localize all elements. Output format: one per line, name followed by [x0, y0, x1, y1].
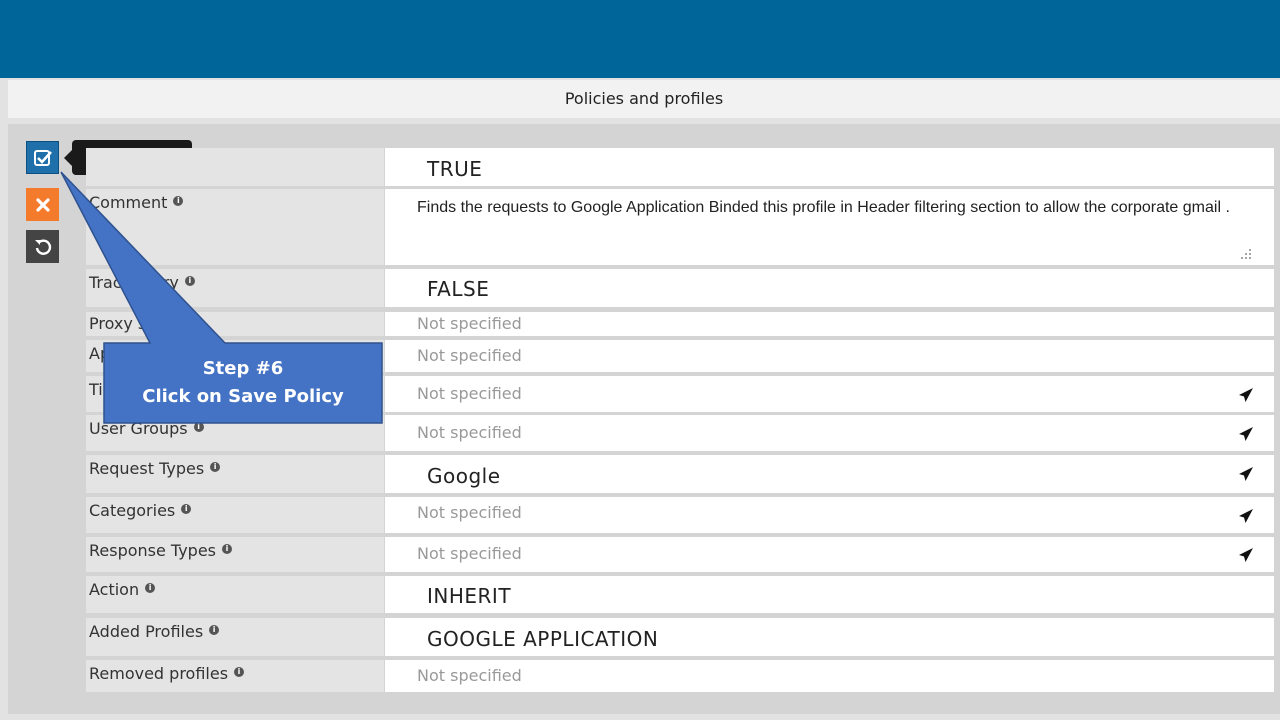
label-text: Trace entry	[89, 273, 179, 292]
enabled-value[interactable]: TRUE	[385, 148, 1274, 186]
resize-grip-icon[interactable]	[1240, 248, 1252, 260]
row-label: Removed profiles i	[86, 660, 384, 692]
categories-value[interactable]: Not specified	[385, 497, 1274, 533]
applies-to-value[interactable]: Not specified	[385, 340, 1274, 372]
row-trace-entry: Trace entry i FALSE	[86, 269, 1274, 307]
value-text: Finds the requests to Google Application…	[417, 199, 1230, 216]
value-text: Not specified	[417, 314, 522, 333]
row-label: Action i	[86, 576, 384, 613]
row-categories: Categories i Not specified	[86, 497, 1274, 533]
send-arrow-icon[interactable]	[1238, 466, 1254, 482]
undo-icon	[34, 239, 51, 255]
callout-text: Step #6 Click on Save Policy	[104, 343, 382, 423]
label-text: Categories	[89, 501, 176, 520]
label-text: Comment	[89, 193, 168, 212]
label-text: Action	[89, 580, 140, 599]
reset-button[interactable]	[26, 230, 59, 263]
row-enabled: TRUE	[86, 148, 1274, 186]
row-response-types: Response Types i Not specified	[86, 537, 1274, 572]
info-icon[interactable]: i	[234, 667, 245, 677]
row-request-types: Request Types i Google	[86, 455, 1274, 493]
added-profiles-value[interactable]: GOOGLE APPLICATION	[385, 618, 1274, 656]
info-icon[interactable]: i	[181, 504, 192, 514]
label-text: Response Types	[89, 541, 217, 560]
row-label: Added Profiles i	[86, 618, 384, 656]
row-label: Comment i	[86, 189, 384, 265]
send-arrow-icon[interactable]	[1238, 426, 1254, 442]
comment-textarea[interactable]: Finds the requests to Google Application…	[385, 189, 1274, 265]
row-label: Trace entry i	[86, 269, 384, 307]
info-icon[interactable]: i	[190, 317, 201, 327]
row-proxy-scope: Proxy scope i Not specified	[86, 312, 1274, 336]
top-header-bar	[0, 0, 1280, 78]
proxy-scope-value[interactable]: Not specified	[385, 312, 1274, 336]
user-groups-value[interactable]: Not specified	[385, 415, 1274, 451]
info-icon[interactable]: i	[193, 422, 204, 432]
value-text: Not specified	[417, 666, 522, 685]
value-text: Not specified	[417, 544, 522, 563]
row-label: Proxy scope i	[86, 312, 384, 336]
row-comment: Comment i Finds the requests to Google Ap…	[86, 189, 1274, 265]
send-arrow-icon[interactable]	[1238, 508, 1254, 524]
section-title: Policies and profiles	[8, 80, 1280, 118]
cancel-button[interactable]	[26, 188, 59, 221]
save-policy-button[interactable]	[26, 141, 59, 174]
info-icon[interactable]: i	[173, 196, 184, 206]
value-text: GOOGLE APPLICATION	[427, 627, 659, 651]
row-action: Action i INHERIT	[86, 576, 1274, 613]
row-label	[86, 148, 384, 186]
info-icon[interactable]: i	[209, 625, 220, 635]
close-x-icon	[35, 197, 50, 212]
value-text: Not specified	[417, 423, 522, 442]
label-text: Added Profiles	[89, 622, 204, 641]
info-icon[interactable]: i	[210, 462, 221, 472]
row-label: Response Types i	[86, 537, 384, 572]
row-removed-profiles: Removed profiles i Not specified	[86, 660, 1274, 692]
value-text: Not specified	[417, 346, 522, 365]
row-label: Categories i	[86, 497, 384, 533]
info-icon[interactable]: i	[145, 583, 156, 593]
value-text: INHERIT	[427, 584, 512, 608]
label-text: Proxy scope	[89, 314, 185, 333]
label-text: Removed profiles	[89, 664, 229, 683]
removed-profiles-value[interactable]: Not specified	[385, 660, 1274, 692]
label-text: Request Types	[89, 459, 205, 478]
info-icon[interactable]: i	[222, 544, 233, 554]
checkbox-check-icon	[33, 149, 52, 166]
value-text: Not specified	[417, 503, 522, 522]
info-icon[interactable]: i	[184, 276, 195, 286]
value-text: Google	[427, 464, 501, 488]
callout-step-label: Step #6	[202, 358, 284, 379]
value-text: Not specified	[417, 384, 522, 403]
request-types-value[interactable]: Google	[385, 455, 1274, 493]
time-value[interactable]: Not specified	[385, 376, 1274, 412]
value-text: FALSE	[427, 277, 490, 301]
action-value[interactable]: INHERIT	[385, 576, 1274, 613]
response-types-value[interactable]: Not specified	[385, 537, 1274, 572]
value-text: TRUE	[427, 157, 483, 181]
callout-instruction: Click on Save Policy	[142, 386, 344, 407]
trace-entry-value[interactable]: FALSE	[385, 269, 1274, 307]
send-arrow-icon[interactable]	[1238, 547, 1254, 563]
send-arrow-icon[interactable]	[1238, 387, 1254, 403]
row-label: Request Types i	[86, 455, 384, 493]
row-added-profiles: Added Profiles i GOOGLE APPLICATION	[86, 618, 1274, 656]
